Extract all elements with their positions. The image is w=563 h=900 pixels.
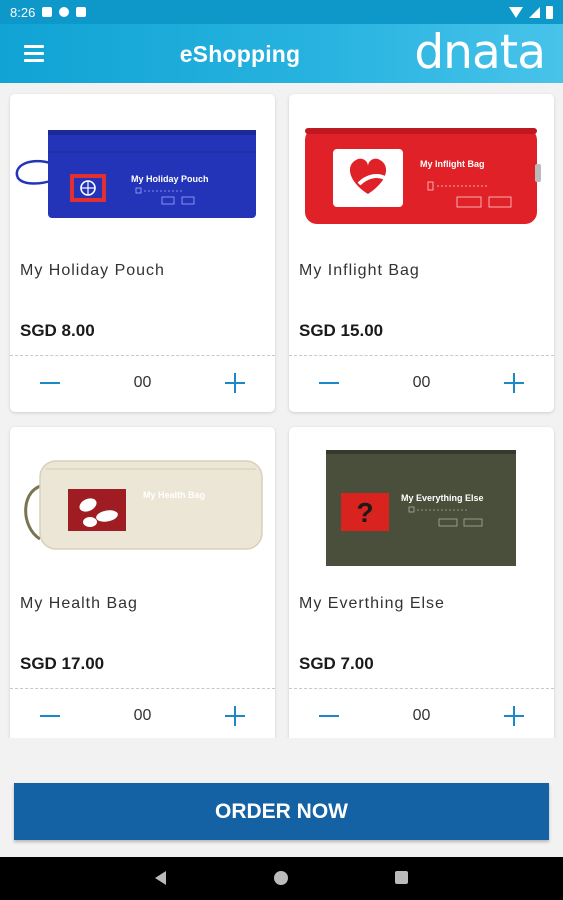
battery-icon [546, 5, 553, 19]
quantity-stepper: 00 [289, 689, 554, 738]
quantity-stepper: 00 [10, 689, 275, 738]
signal-icon [529, 6, 540, 18]
sd-card-icon [76, 7, 87, 17]
product-name: My Health Bag [20, 595, 138, 612]
holiday-pouch-image: My Holiday Pouch [15, 130, 256, 218]
increase-quantity-button[interactable] [221, 369, 249, 397]
app-icon [59, 7, 70, 17]
product-name: My Inflight Bag [299, 262, 420, 279]
product-price: SGD 8.00 [20, 321, 95, 340]
notification-icon [42, 7, 53, 17]
order-now-button[interactable]: ORDER NOW [14, 783, 549, 840]
increase-quantity-button[interactable] [221, 702, 249, 730]
product-price: SGD 15.00 [299, 321, 384, 340]
product-grid: My Holiday Pouch My Holiday Pouch SGD 8.… [0, 83, 563, 738]
quantity-stepper: 00 [289, 356, 554, 412]
product-name: My Everthing Else [299, 595, 445, 612]
increase-quantity-button[interactable] [500, 369, 528, 397]
inflight-bag-image: My Inflight Bag [305, 128, 541, 224]
navigation-bar [0, 857, 563, 900]
bag-print-label: My Everything Else [401, 493, 484, 503]
app-title: eShopping [179, 41, 301, 67]
app-bar: eShopping dnata [0, 24, 563, 83]
product-card[interactable]: My Inflight Bag My Inflight Bag SGD 15.0… [289, 94, 554, 412]
back-icon[interactable] [155, 871, 166, 885]
clock: 8:26 [10, 4, 36, 20]
product-name: My Holiday Pouch [20, 262, 165, 279]
brand-logo: dnata [414, 25, 546, 80]
product-card[interactable]: ? My Everything Else My Everthing Else S… [289, 427, 554, 738]
bag-print-label: My Health Bag [143, 490, 205, 500]
product-price: SGD 17.00 [20, 654, 105, 673]
wifi-icon [509, 6, 523, 18]
bag-print-label: My Inflight Bag [420, 159, 485, 169]
product-price: SGD 7.00 [299, 654, 374, 673]
product-card[interactable]: My Holiday Pouch My Holiday Pouch SGD 8.… [10, 94, 275, 412]
home-icon[interactable] [274, 871, 288, 885]
health-bag-image: My Health Bag [24, 460, 263, 550]
quantity-stepper: 00 [10, 356, 275, 412]
product-card[interactable]: My Health Bag My Health Bag SGD 17.00 00 [10, 427, 275, 738]
increase-quantity-button[interactable] [500, 702, 528, 730]
recents-icon[interactable] [395, 871, 408, 884]
status-bar: 8:26 [0, 0, 563, 24]
question-icon: ? [356, 497, 373, 528]
bag-print-label: My Holiday Pouch [131, 174, 209, 184]
everything-else-bag-image: ? My Everything Else [326, 450, 516, 566]
